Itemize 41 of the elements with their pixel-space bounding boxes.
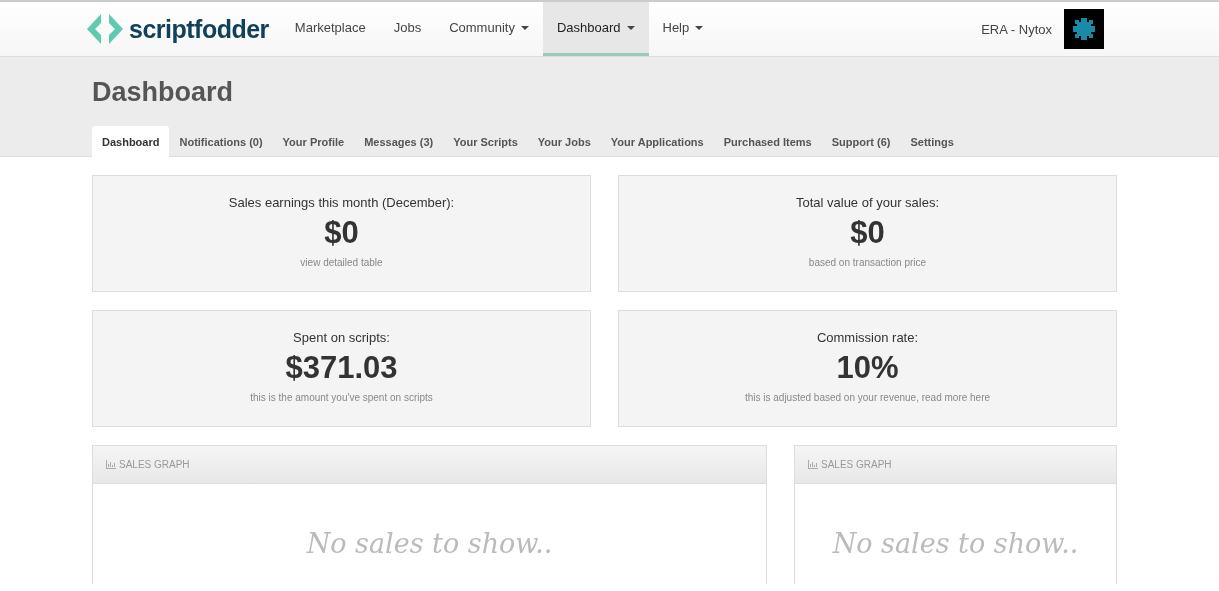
tab[interactable]: Settings <box>900 126 964 157</box>
empty-message: No sales to show.. <box>305 528 554 559</box>
caret-icon <box>520 25 529 30</box>
stat-value: $0 <box>324 215 359 251</box>
page-title: Dashboard <box>92 77 235 108</box>
panel-title: SALES GRAPH <box>821 459 892 470</box>
tab[interactable]: Your Profile <box>272 126 355 157</box>
tab[interactable]: Messages (3) <box>354 126 444 157</box>
tab[interactable]: Dashboard <box>92 126 170 157</box>
stat-note: this is adjusted based on your revenue, read more here <box>744 392 991 403</box>
stat-value: $0 <box>850 215 885 251</box>
tab[interactable]: Your Jobs <box>527 126 601 157</box>
stat-value: $371.03 <box>285 350 398 386</box>
logo-icon <box>87 14 123 44</box>
stat-note: based on transaction price <box>808 257 927 268</box>
tab[interactable]: Purchased Items <box>713 126 822 157</box>
tab[interactable]: Your Applications <box>600 126 714 157</box>
stat-value: 10% <box>836 350 899 386</box>
panel-title: SALES GRAPH <box>119 459 190 470</box>
stat-note: this is the amount you've spent on scripts <box>250 392 433 403</box>
stat-label: Commission rate: <box>816 330 919 345</box>
stat-label: Total value of your sales: <box>795 195 940 210</box>
logo-text[interactable]: scriptfodder <box>129 14 269 44</box>
tab[interactable]: Support (6) <box>821 126 901 157</box>
caret-icon <box>626 25 635 30</box>
caret-icon <box>695 25 704 30</box>
nav-link[interactable]: Jobs <box>379 2 436 56</box>
stat-label: Sales earnings this month (December): <box>228 195 455 210</box>
bar-chart-icon <box>106 460 116 469</box>
tab[interactable]: Your Scripts <box>443 126 528 157</box>
tab[interactable]: Notifications (0) <box>169 126 273 157</box>
stat-label: Spent on scripts: <box>293 330 390 345</box>
nav-link[interactable]: Community <box>435 2 543 56</box>
nav-link[interactable]: Help <box>648 2 718 56</box>
stat-note: view detailed table <box>300 257 383 268</box>
bar-chart-icon <box>808 460 818 469</box>
user-name[interactable]: ERA - Nytox <box>981 21 1052 37</box>
avatar-icon[interactable] <box>1064 9 1104 49</box>
empty-message: No sales to show.. <box>831 528 1080 559</box>
nav-link[interactable]: Dashboard <box>542 2 649 56</box>
nav-link[interactable]: Marketplace <box>280 2 380 56</box>
